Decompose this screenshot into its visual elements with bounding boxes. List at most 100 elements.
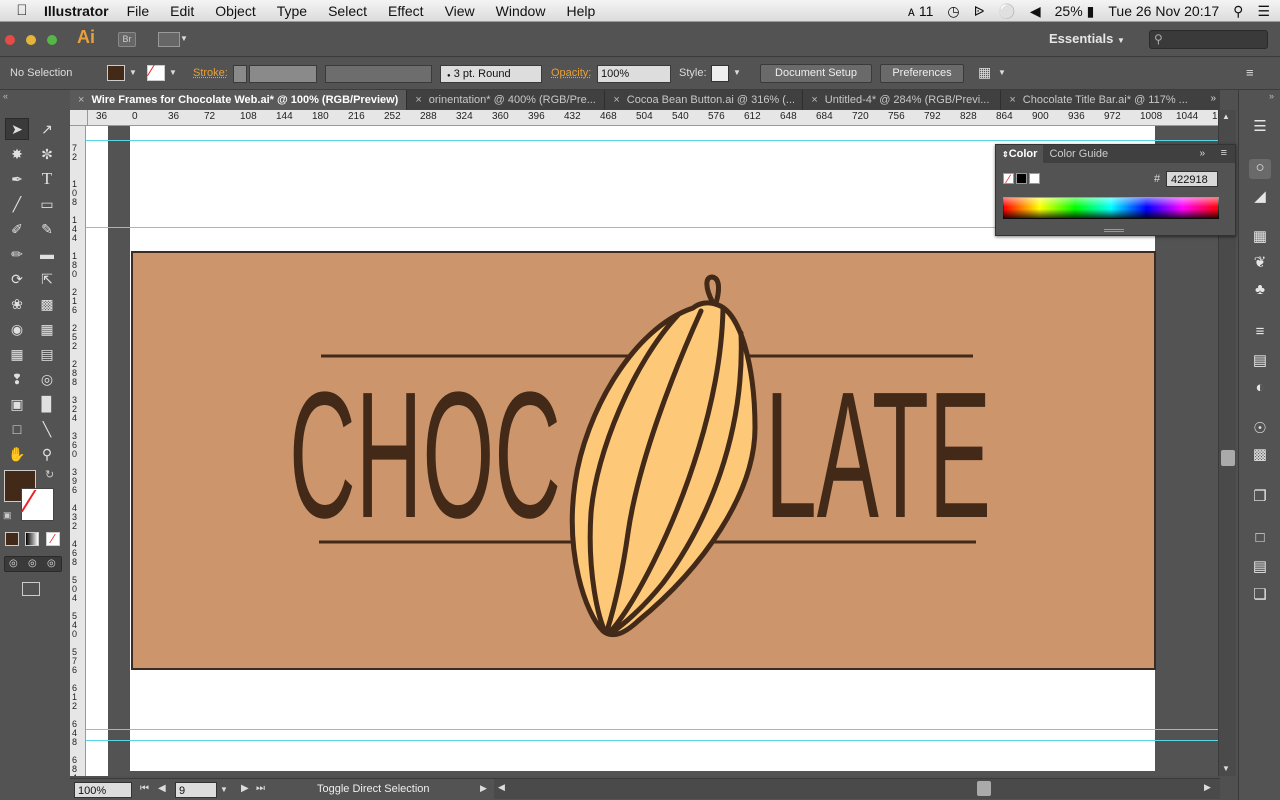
- stroke-swatch-none[interactable]: ∕: [147, 63, 165, 81]
- clock[interactable]: Tue 26 Nov 20:17: [1108, 3, 1219, 19]
- blob-brush-tool-icon[interactable]: ✏: [5, 243, 29, 265]
- drawing-modes[interactable]: ◎ ◎ ◎: [4, 556, 62, 572]
- tab-untitled-4[interactable]: × Untitled-4* @ 284% (RGB/Previ...: [803, 90, 1002, 110]
- vertical-scroll-thumb[interactable]: [1221, 450, 1235, 466]
- tab-cocoa-bean-button[interactable]: × Cocoa Bean Button.ai @ 316% (...: [605, 90, 804, 110]
- opacity-label[interactable]: Opacity:: [551, 67, 591, 79]
- tab-chocolate-title-bar[interactable]: × Chocolate Title Bar.ai* @ 117% ...: [1001, 90, 1199, 110]
- eyedropper-tool-icon[interactable]: ❢: [5, 368, 29, 390]
- guide-line[interactable]: [86, 140, 1218, 141]
- screen-mode-icon[interactable]: [22, 582, 40, 596]
- menu-view[interactable]: View: [445, 3, 475, 19]
- ruler-origin[interactable]: [70, 110, 88, 126]
- color-mode-button[interactable]: [5, 532, 19, 546]
- battery-icon[interactable]: ▮: [1087, 3, 1095, 20]
- vertical-ruler[interactable]: 7 2 1 0 8 1 4 4 1 8 0 2 1 6 2 5 2 2 8 8 3 2 4 3 …: [70, 126, 86, 776]
- close-tab-icon[interactable]: ×: [811, 94, 817, 106]
- symbol-sprayer-tool-icon[interactable]: ▣: [5, 393, 29, 415]
- pathfinder-icon[interactable]: ❐: [1249, 487, 1271, 507]
- artboards-icon[interactable]: ❏: [1249, 585, 1271, 605]
- zoom-dropdown-icon[interactable]: ▼: [121, 785, 129, 794]
- menu-type[interactable]: Type: [277, 3, 307, 19]
- tab-orientation[interactable]: × orinentation* @ 400% (RGB/Pre...: [407, 90, 606, 110]
- volume-icon[interactable]: ◀: [1030, 3, 1041, 20]
- color-palette-icon[interactable]: ○: [1249, 159, 1271, 179]
- arrange-dropdown-icon[interactable]: ▼: [180, 34, 188, 43]
- guide-line[interactable]: [86, 740, 1218, 741]
- transparency-icon[interactable]: ◐: [1249, 379, 1271, 399]
- menu-window[interactable]: Window: [496, 3, 546, 19]
- stroke-weight-stepper[interactable]: [233, 65, 247, 83]
- next-artboard-icon[interactable]: ▶: [241, 783, 249, 794]
- menu-help[interactable]: Help: [566, 3, 595, 19]
- menu-select[interactable]: Select: [328, 3, 367, 19]
- collapse-panel-icon[interactable]: »: [1199, 148, 1205, 159]
- hand-tool-icon[interactable]: ✋: [5, 443, 29, 465]
- gradient-tool-icon[interactable]: ▤: [35, 343, 59, 365]
- more-tabs-icon[interactable]: »: [1210, 93, 1216, 104]
- bridge-button[interactable]: Br: [118, 32, 136, 47]
- selection-tool-icon[interactable]: ➤: [5, 118, 29, 140]
- tab-color-guide[interactable]: Color Guide: [1043, 145, 1114, 163]
- direct-selection-tool-icon[interactable]: ↗: [35, 118, 59, 140]
- close-tab-icon[interactable]: ×: [613, 94, 619, 106]
- menu-edit[interactable]: Edit: [170, 3, 194, 19]
- first-artboard-icon[interactable]: ⏮: [140, 783, 149, 794]
- horizontal-ruler[interactable]: 36 0 36 72 108 144 180 216 252 288 324 360 396 432 468…: [88, 110, 1218, 126]
- stroke-color-box[interactable]: ∕: [21, 485, 54, 521]
- lasso-tool-icon[interactable]: ✼: [35, 143, 59, 165]
- menu-file[interactable]: File: [127, 3, 150, 19]
- chocolate-title-banner[interactable]: CHOC LATE: [131, 251, 1156, 670]
- brush-definition[interactable]: ● 3 pt. Round: [440, 65, 542, 83]
- collapse-panel-icon[interactable]: «: [3, 91, 8, 101]
- scroll-right-icon[interactable]: ▶: [1204, 782, 1211, 793]
- stroke-label[interactable]: Stroke:: [193, 67, 228, 79]
- line-tool-icon[interactable]: ╱: [5, 193, 29, 215]
- wifi-icon[interactable]: ⚪: [998, 3, 1015, 20]
- apple-menu-icon[interactable]: : [0, 2, 44, 19]
- swap-fill-stroke-icon[interactable]: ↻: [45, 468, 54, 481]
- bluetooth-icon[interactable]: ᐉ: [974, 3, 985, 20]
- resize-grip-icon[interactable]: [1104, 229, 1124, 232]
- type-tool-icon[interactable]: T: [35, 168, 59, 190]
- guide-line[interactable]: [86, 729, 1218, 730]
- close-tab-icon[interactable]: ×: [1009, 94, 1015, 106]
- slice-tool-icon[interactable]: ╲: [35, 418, 59, 440]
- arrange-dropdown-icon[interactable]: ▼: [998, 68, 1006, 77]
- white-swatch[interactable]: [1029, 173, 1040, 184]
- app-menu[interactable]: Illustrator: [44, 3, 109, 19]
- rectangle-tool-icon[interactable]: ▭: [35, 193, 59, 215]
- zoom-window-button[interactable]: [47, 35, 57, 45]
- panel-menu-icon[interactable]: ≡: [1221, 147, 1227, 159]
- transform-icon[interactable]: □: [1249, 529, 1271, 549]
- artboard-dropdown-icon[interactable]: ▼: [220, 785, 228, 794]
- horizontal-scroll-thumb[interactable]: [977, 781, 991, 796]
- stroke-icon[interactable]: ≡: [1249, 323, 1271, 343]
- stroke-dropdown-icon[interactable]: ▼: [169, 68, 177, 77]
- align-icon[interactable]: ▤: [1249, 557, 1271, 577]
- color-guide-icon[interactable]: ◢: [1249, 187, 1271, 207]
- default-fill-stroke-icon[interactable]: ▣: [3, 510, 12, 521]
- eraser-tool-icon[interactable]: ▬: [35, 243, 59, 265]
- workspace-switcher[interactable]: Essentials ▼: [1049, 31, 1125, 46]
- mesh-tool-icon[interactable]: ▦: [5, 343, 29, 365]
- graphic-styles-icon[interactable]: ▩: [1249, 445, 1271, 465]
- status-menu-icon[interactable]: ▶: [480, 783, 487, 794]
- tab-wire-frames[interactable]: × Wire Frames for Chocolate Web.ai* @ 100…: [70, 90, 408, 110]
- stroke-weight-field[interactable]: [249, 65, 317, 83]
- gradient-icon[interactable]: ▤: [1249, 351, 1271, 371]
- close-window-button[interactable]: [5, 35, 15, 45]
- scale-tool-icon[interactable]: ⇱: [35, 268, 59, 290]
- perspective-grid-tool-icon[interactable]: ▦: [35, 318, 59, 340]
- arrange-icon[interactable]: ▦: [978, 64, 991, 81]
- opacity-field[interactable]: 100%: [597, 65, 671, 83]
- previous-artboard-icon[interactable]: ◀: [158, 783, 166, 794]
- artboard-tool-icon[interactable]: □: [5, 418, 29, 440]
- symbols-icon[interactable]: ♣: [1249, 281, 1271, 301]
- black-swatch[interactable]: [1016, 173, 1027, 184]
- scroll-up-icon[interactable]: ▲: [1222, 112, 1230, 121]
- pen-tool-icon[interactable]: ✒: [5, 168, 29, 190]
- close-tab-icon[interactable]: ×: [415, 94, 421, 106]
- scroll-down-icon[interactable]: ▼: [1222, 764, 1230, 773]
- column-graph-tool-icon[interactable]: ▉: [35, 393, 59, 415]
